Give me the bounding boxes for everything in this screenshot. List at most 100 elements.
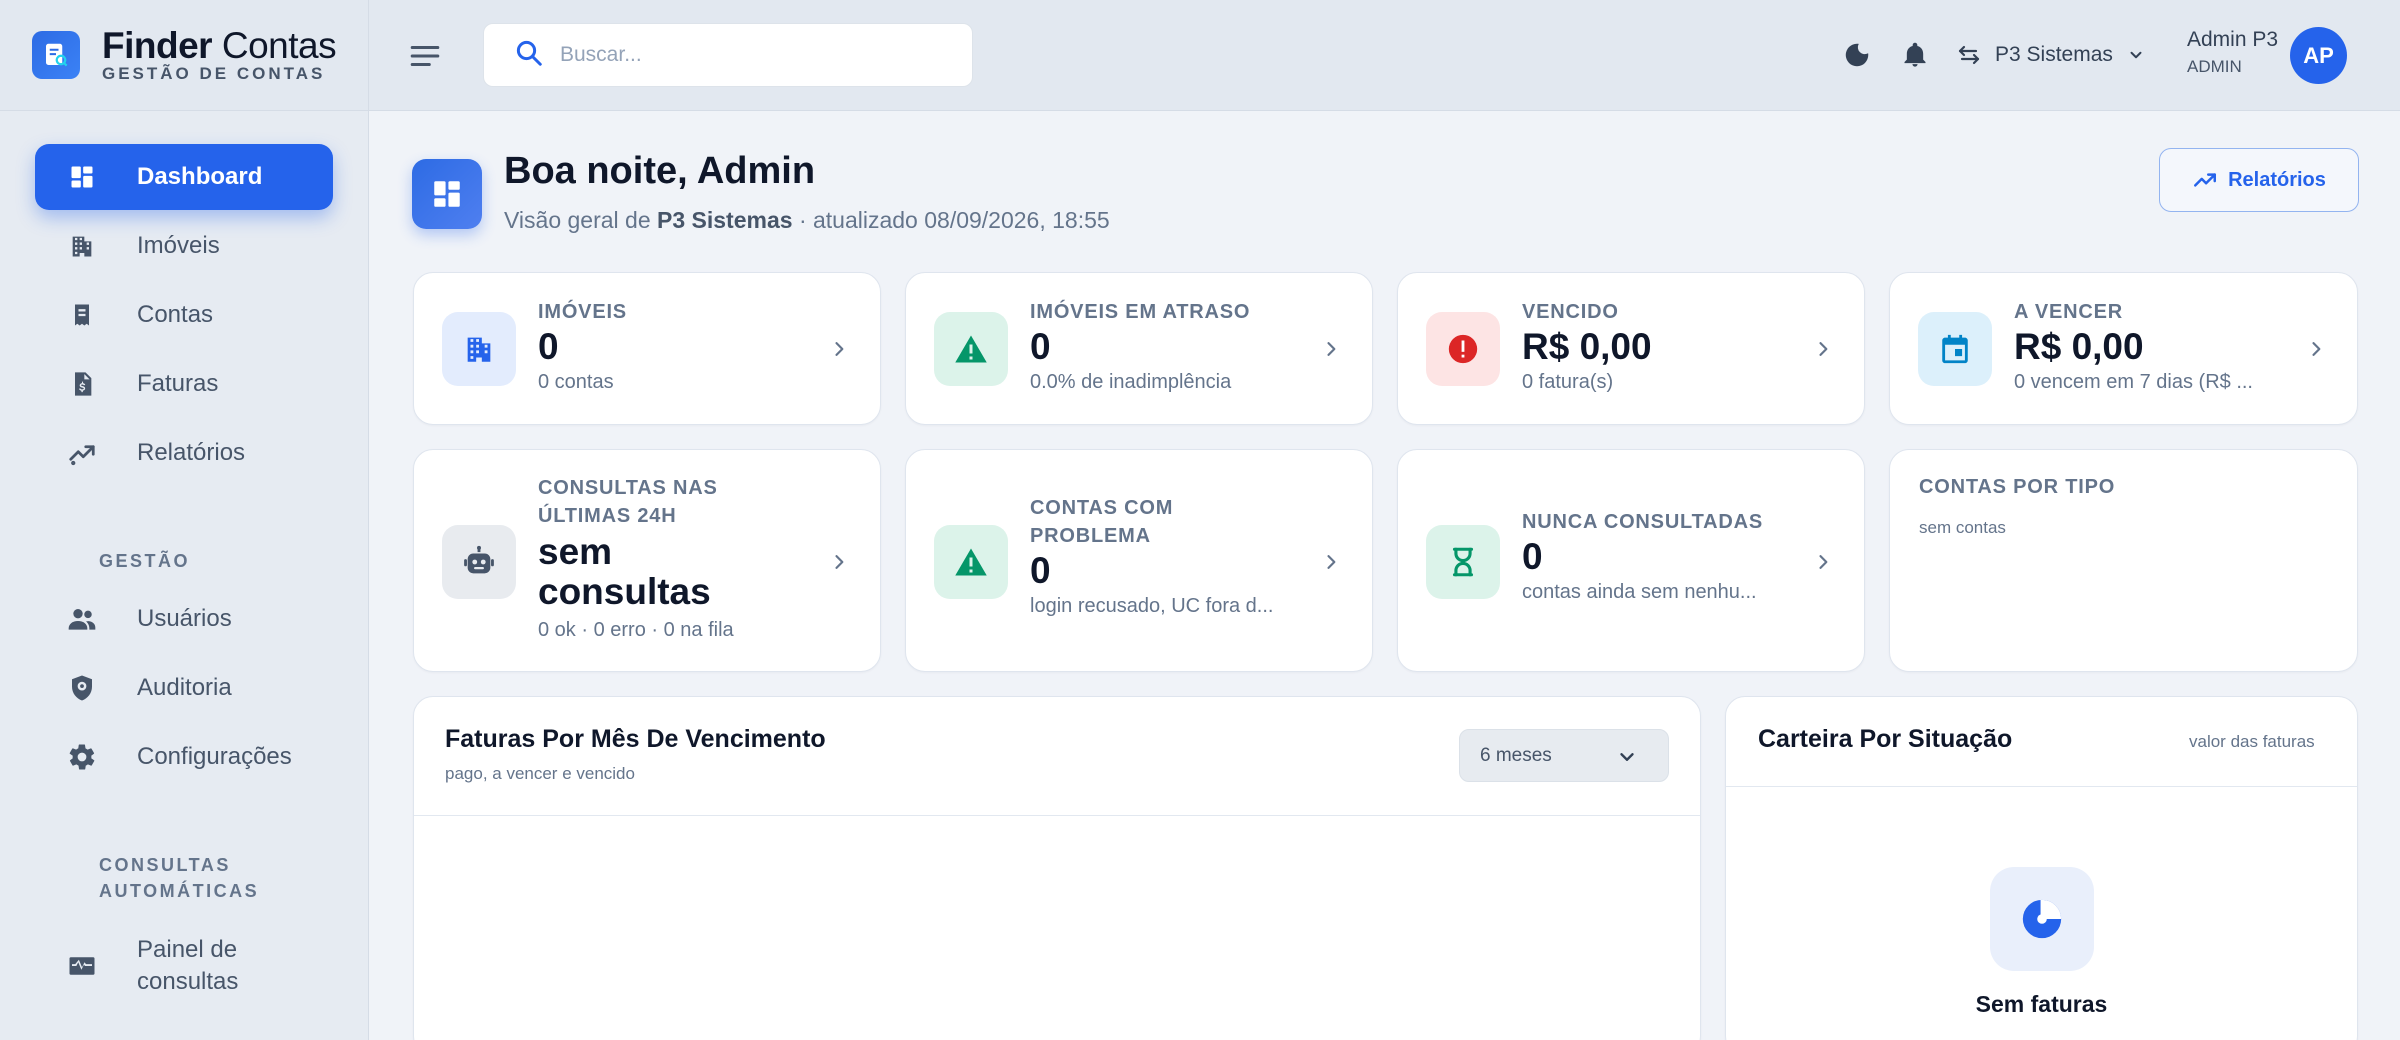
chevron-down-icon xyxy=(1616,746,1638,774)
user-info[interactable]: Admin P3 ADMIN xyxy=(2187,26,2278,80)
months-range-select[interactable]: 6 meses xyxy=(1459,729,1669,782)
search-box[interactable] xyxy=(483,23,973,87)
search-icon xyxy=(514,38,544,73)
stat-sub: contas ainda sem nenhu... xyxy=(1522,581,1757,603)
monitor-heart-icon xyxy=(65,949,99,983)
stat-value: R$ 0,00 xyxy=(1522,326,1652,367)
chevron-right-icon xyxy=(1320,551,1342,573)
calendar-icon xyxy=(1918,312,1992,386)
sidebar-item-faturas[interactable]: Faturas xyxy=(35,351,333,417)
sidebar-item-dashboard[interactable]: Dashboard xyxy=(35,144,333,210)
reports-button[interactable]: Relatórios xyxy=(2159,148,2359,212)
chevron-right-icon xyxy=(828,338,850,360)
sidebar-item-imoveis[interactable]: Imóveis xyxy=(35,213,333,279)
search-input[interactable] xyxy=(560,43,960,67)
stat-card-imoveis-atraso[interactable]: IMÓVEIS EM ATRASO 0 0.0% de inadimplênci… xyxy=(905,272,1373,425)
chevron-right-icon xyxy=(1320,338,1342,360)
stat-sub: login recusado, UC fora d... xyxy=(1030,595,1274,617)
select-value: 6 meses xyxy=(1480,744,1552,766)
org-name: P3 Sistemas xyxy=(1995,43,2113,66)
stat-label: VENCIDO xyxy=(1522,301,1619,323)
sidebar-item-auditoria[interactable]: Auditoria xyxy=(35,655,333,721)
trend-icon xyxy=(2192,167,2218,193)
sidebar-item-painel-consultas[interactable]: Painel de consultas xyxy=(35,926,333,1006)
empty-state-title: Sem faturas xyxy=(1975,991,2108,1017)
nav-section-gestao: GESTÃO xyxy=(99,551,191,571)
sidebar-item-label: Dashboard xyxy=(137,163,263,190)
page-subtitle: Visão geral de P3 Sistemas · atualizado … xyxy=(504,207,1110,233)
stat-value: 0 xyxy=(1030,550,1051,591)
chevron-right-icon xyxy=(1812,551,1834,573)
stat-value: 0 xyxy=(1522,536,1543,577)
bell-icon[interactable] xyxy=(1898,38,1932,72)
receipt-icon xyxy=(65,298,99,332)
stat-label: NUNCA CONSULTADAS xyxy=(1522,511,1763,533)
sidebar-item-configuracoes[interactable]: Configurações xyxy=(35,724,333,790)
sidebar-item-contas[interactable]: Contas xyxy=(35,282,333,348)
warning-icon xyxy=(934,525,1008,599)
swap-icon xyxy=(1957,43,1981,67)
warning-icon xyxy=(934,312,1008,386)
stat-label: CONTAS COM PROBLEMA xyxy=(1030,497,1174,547)
building-icon xyxy=(65,229,99,263)
dark-mode-icon[interactable] xyxy=(1840,38,1874,72)
stat-label: IMÓVEIS EM ATRASO xyxy=(1030,301,1251,323)
brand[interactable]: Finder Contas GESTÃO DE CONTAS xyxy=(0,0,368,111)
sidebar-item-relatorios[interactable]: Relatórios xyxy=(35,420,333,486)
org-switcher[interactable]: P3 Sistemas xyxy=(1957,38,2145,72)
chevron-right-icon xyxy=(1812,338,1834,360)
stat-card-a-vencer[interactable]: A VENCER R$ 0,00 0 vencem em 7 dias (R$ … xyxy=(1889,272,2358,425)
finder-logo-icon xyxy=(32,31,80,79)
empty-state-text: sem contas xyxy=(1919,518,2006,537)
sidebar-item-label: Imóveis xyxy=(137,232,220,259)
user-name: Admin P3 xyxy=(2187,28,2279,51)
sidebar-item-label: Contas xyxy=(137,301,214,328)
stat-card-imoveis[interactable]: IMÓVEIS 0 0 contas xyxy=(413,272,881,425)
stat-label: IMÓVEIS xyxy=(538,301,627,323)
sidebar-item-label: Auditoria xyxy=(137,674,232,701)
page-title: Boa noite, Admin xyxy=(504,150,816,192)
sidebar-item-label: Faturas xyxy=(137,370,219,397)
panel-divider xyxy=(1726,786,2357,787)
stat-card-nunca-consultadas[interactable]: NUNCA CONSULTADAS 0 contas ainda sem nen… xyxy=(1397,449,1865,672)
dashboard-icon xyxy=(65,160,99,194)
menu-icon[interactable] xyxy=(408,39,442,73)
robot-icon xyxy=(442,525,516,599)
stat-value: R$ 0,00 xyxy=(2014,326,2144,367)
stat-sub: 0.0% de inadimplência xyxy=(1030,371,1232,393)
main-nav: Dashboard Imóveis Contas Faturas Relatór… xyxy=(35,144,333,489)
sidebar-item-label: Usuários xyxy=(137,605,232,632)
shield-icon xyxy=(65,671,99,705)
panel-note: valor das faturas xyxy=(2189,732,2315,751)
pie-chart-icon xyxy=(1990,867,2094,971)
avatar[interactable]: AP xyxy=(2290,27,2347,84)
nav-section-consultas: CONSULTAS AUTOMÁTICAS xyxy=(99,855,260,901)
dashboard-icon xyxy=(412,159,482,229)
panel-title: Carteira Por Situação xyxy=(1758,725,2013,753)
stat-value: 0 xyxy=(538,326,559,367)
chevron-right-icon xyxy=(2305,338,2327,360)
stat-label: A VENCER xyxy=(2014,301,2124,323)
stat-sub: 0 vencem em 7 dias (R$ ... xyxy=(2014,371,2253,393)
stat-value: sem consultas xyxy=(538,531,711,612)
stat-label: CONSULTAS NAS ÚLTIMAS 24H xyxy=(538,477,718,527)
sidebar-item-label: Painel de consultas xyxy=(137,936,239,995)
stat-sub: 0 contas xyxy=(538,371,614,393)
chevron-down-icon xyxy=(2127,46,2145,64)
brand-tagline: GESTÃO DE CONTAS xyxy=(102,64,326,83)
chevron-right-icon xyxy=(828,551,850,573)
sidebar-item-label: Configurações xyxy=(137,743,292,770)
error-icon xyxy=(1426,312,1500,386)
trend-icon xyxy=(65,436,99,470)
stat-card-vencido[interactable]: VENCIDO R$ 0,00 0 fatura(s) xyxy=(1397,272,1865,425)
sidebar-item-label: Relatórios xyxy=(137,439,246,466)
stat-card-contas-problema[interactable]: CONTAS COM PROBLEMA 0 login recusado, UC … xyxy=(905,449,1373,672)
building-icon xyxy=(442,312,516,386)
stat-card-consultas-24h[interactable]: CONSULTAS NAS ÚLTIMAS 24H sem consultas 0 … xyxy=(413,449,881,672)
sidebar: Finder Contas GESTÃO DE CONTAS Dashboard… xyxy=(0,0,369,1040)
contas-por-tipo-card: CONTAS POR TIPO sem contas xyxy=(1889,449,2358,672)
invoice-icon xyxy=(65,367,99,401)
stat-sub: 0 ok · 0 erro · 0 na fila xyxy=(538,619,734,641)
sidebar-item-usuarios[interactable]: Usuários xyxy=(35,586,333,652)
panel-divider xyxy=(414,815,1700,816)
